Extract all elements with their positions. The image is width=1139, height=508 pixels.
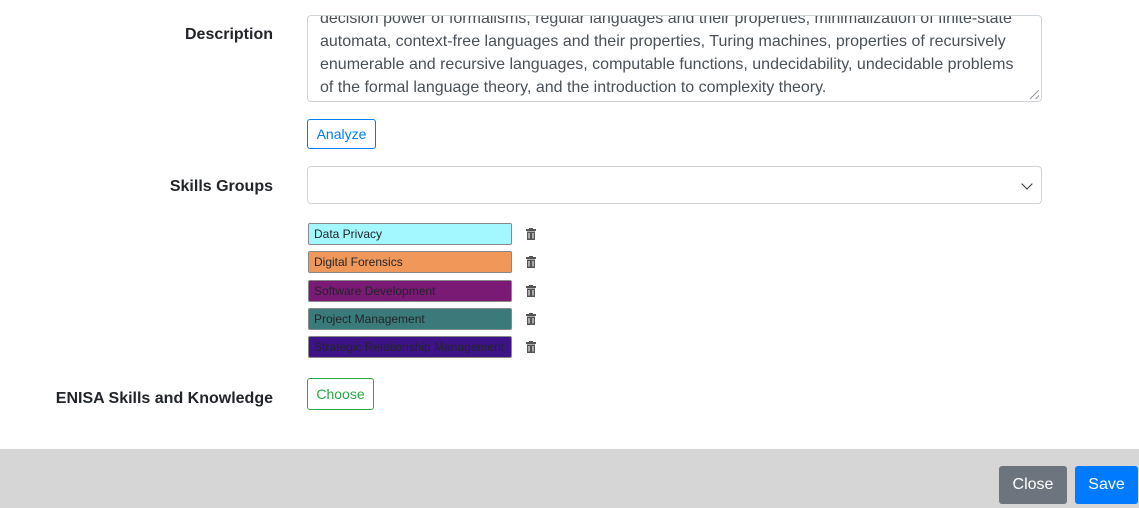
modal-footer <box>0 449 1139 508</box>
skill-tag: Project Management <box>308 307 512 330</box>
skill-tag: Software Development <box>308 279 512 302</box>
trash-icon[interactable] <box>526 341 536 354</box>
skill-tag: Strategic Relationship Management <box>308 336 512 359</box>
description-label: Description <box>184 26 273 43</box>
description-text: decision power of formalisms, regular la… <box>320 15 1014 96</box>
trash-icon[interactable] <box>526 284 536 297</box>
analyze-button[interactable]: Analyze <box>307 119 376 149</box>
trash-icon[interactable] <box>526 256 536 269</box>
skill-form-page: Description decision power of formalisms… <box>0 0 1139 508</box>
close-button[interactable]: Close <box>999 466 1067 504</box>
resize-handle-icon[interactable] <box>1030 90 1039 99</box>
skills-groups-label: Skills Groups <box>169 178 273 195</box>
save-button[interactable]: Save <box>1075 466 1138 504</box>
chevron-down-icon <box>1021 178 1033 190</box>
trash-icon[interactable] <box>526 228 536 240</box>
description-textarea[interactable]: decision power of formalisms, regular la… <box>307 15 1042 102</box>
choose-button[interactable]: Choose <box>307 378 374 410</box>
trash-icon[interactable] <box>526 312 536 325</box>
skill-tag: Digital Forensics <box>308 251 512 274</box>
skills-groups-select[interactable] <box>307 166 1042 204</box>
enisa-label: ENISA Skills and Knowledge <box>55 390 273 407</box>
skill-tag: Data Privacy <box>308 223 512 245</box>
